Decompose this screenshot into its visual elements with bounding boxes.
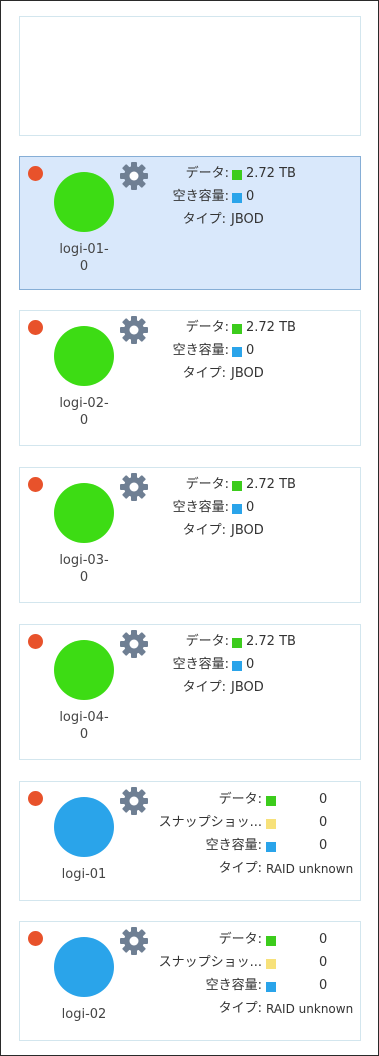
volume-list-panel: logi-01- 0 データ: 2.72 TB 空き容量: 0 タイプ: JBOD…: [0, 0, 379, 1056]
free-swatch: [232, 193, 242, 203]
data-key: データ:: [185, 477, 229, 492]
free-swatch: [232, 504, 242, 514]
free-swatch: [266, 842, 276, 852]
type-value: JBOD: [231, 680, 264, 695]
free-key: 空き容量:: [172, 189, 229, 204]
data-value: 2.72 TB: [246, 477, 296, 492]
free-swatch: [232, 347, 242, 357]
type-key: タイプ:: [218, 861, 262, 876]
type-value: JBOD: [231, 523, 264, 538]
free-key: 空き容量:: [172, 500, 229, 515]
type-row: タイプ:: [20, 365, 226, 383]
snapshot-value: 0: [319, 815, 328, 830]
type-row: タイプ:: [20, 522, 226, 540]
data-swatch: [232, 481, 242, 491]
type-value: JBOD: [231, 212, 264, 227]
snapshot-swatch: [266, 959, 276, 969]
volume-card-logi-01[interactable]: logi-01 データ: 0 スナップショッ... 0 空き容量: 0 タイプ:…: [19, 781, 361, 901]
type-value: JBOD: [231, 366, 264, 381]
type-row: タイプ:: [20, 679, 226, 697]
snapshot-key: スナップショッ...: [158, 955, 262, 970]
data-row: データ:: [20, 319, 229, 337]
free-row: 空き容量:: [20, 188, 229, 206]
type-key: タイプ:: [218, 1001, 262, 1016]
data-row: データ:: [20, 791, 262, 809]
data-key: データ:: [185, 634, 229, 649]
free-value: 0: [319, 978, 328, 993]
data-key: データ:: [218, 792, 262, 807]
data-row: データ:: [20, 931, 262, 949]
type-value: RAID unknown: [266, 1002, 354, 1016]
data-row: データ:: [20, 165, 229, 183]
data-key: データ:: [185, 320, 229, 335]
type-value: RAID unknown: [266, 862, 354, 876]
free-swatch: [232, 661, 242, 671]
free-value: 0: [246, 657, 255, 672]
type-key: タイプ:: [182, 212, 226, 227]
free-row: 空き容量:: [20, 342, 229, 360]
snapshot-value: 0: [319, 955, 328, 970]
type-row: タイプ:: [20, 211, 226, 229]
free-row: 空き容量:: [20, 499, 229, 517]
free-swatch: [266, 982, 276, 992]
data-swatch: [232, 170, 242, 180]
type-row: タイプ:: [20, 860, 262, 878]
disk-name: logi-03- 0: [59, 553, 109, 585]
volume-card-logi-02[interactable]: logi-02 データ: 0 スナップショッ... 0 空き容量: 0 タイプ:…: [19, 921, 361, 1041]
type-key: タイプ:: [182, 680, 226, 695]
snapshot-key: スナップショッ...: [158, 815, 262, 830]
data-value: 2.72 TB: [246, 320, 296, 335]
free-value: 0: [246, 189, 255, 204]
free-value: 0: [319, 838, 328, 853]
free-row: 空き容量:: [20, 977, 262, 995]
disk-name: logi-01- 0: [59, 242, 109, 274]
free-row: 空き容量:: [20, 837, 262, 855]
data-row: データ:: [20, 633, 229, 651]
free-key: 空き容量:: [205, 978, 262, 993]
free-value: 0: [246, 343, 255, 358]
type-key: タイプ:: [182, 523, 226, 538]
snapshot-swatch: [266, 819, 276, 829]
data-value: 2.72 TB: [246, 634, 296, 649]
free-row: 空き容量:: [20, 656, 229, 674]
data-swatch: [266, 936, 276, 946]
free-key: 空き容量:: [205, 838, 262, 853]
data-row: データ:: [20, 476, 229, 494]
disk-card-logi-02-0[interactable]: logi-02- 0 データ: 2.72 TB 空き容量: 0 タイプ: JBOD: [19, 310, 361, 446]
data-swatch: [232, 638, 242, 648]
free-key: 空き容量:: [172, 343, 229, 358]
type-row: タイプ:: [20, 1000, 262, 1018]
data-key: データ:: [185, 166, 229, 181]
disk-name: logi-02- 0: [59, 396, 109, 428]
disk-card-logi-04-0[interactable]: logi-04- 0 データ: 2.72 TB 空き容量: 0 タイプ: JBOD: [19, 624, 361, 760]
data-key: データ:: [218, 932, 262, 947]
data-swatch: [266, 796, 276, 806]
data-swatch: [232, 324, 242, 334]
free-value: 0: [246, 500, 255, 515]
empty-card: [19, 16, 361, 136]
snapshot-row: スナップショッ...: [20, 954, 262, 972]
disk-name: logi-04- 0: [59, 710, 109, 742]
disk-card-logi-03-0[interactable]: logi-03- 0 データ: 2.72 TB 空き容量: 0 タイプ: JBOD: [19, 467, 361, 603]
data-value: 2.72 TB: [246, 166, 296, 181]
data-value: 0: [319, 932, 328, 947]
disk-card-logi-01-0[interactable]: logi-01- 0 データ: 2.72 TB 空き容量: 0 タイプ: JBOD: [19, 156, 361, 290]
data-value: 0: [319, 792, 328, 807]
type-key: タイプ:: [182, 366, 226, 381]
snapshot-row: スナップショッ...: [20, 814, 262, 832]
free-key: 空き容量:: [172, 657, 229, 672]
